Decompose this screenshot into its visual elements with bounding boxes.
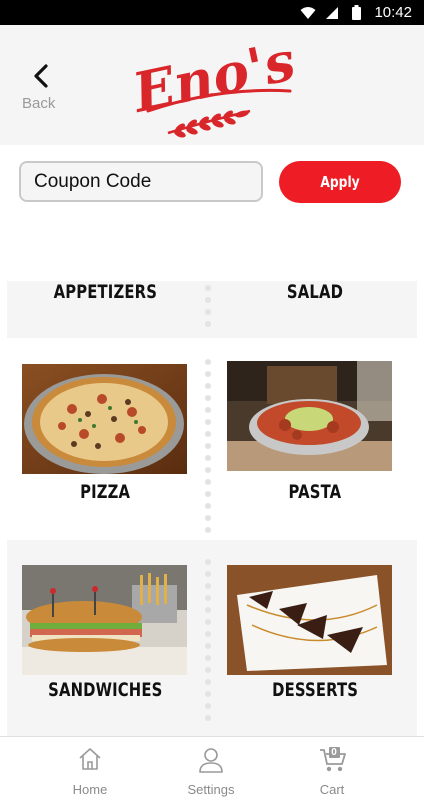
pizza-photo	[22, 364, 187, 474]
pasta-photo	[227, 361, 392, 471]
user-icon	[199, 748, 223, 773]
category-tile-desserts[interactable]: DESSERTS	[213, 540, 417, 736]
category-tile-pizza[interactable]: PIZZA	[7, 361, 203, 531]
header: Back Eno's	[0, 25, 424, 145]
category-label: SALAD	[286, 281, 344, 303]
home-icon	[79, 748, 101, 770]
nav-home[interactable]: Home	[40, 737, 140, 800]
nav-label: Home	[72, 782, 108, 797]
nav-label: Cart	[319, 782, 345, 797]
divider	[205, 285, 211, 333]
menu-grid: APPETIZERS SALAD PIZZA PASTA SANDWICHES …	[0, 281, 424, 736]
coupon-code-input[interactable]	[19, 161, 263, 202]
apply-button[interactable]: Apply	[279, 161, 401, 203]
nav-cart[interactable]: 0 Cart	[283, 737, 383, 800]
nav-settings[interactable]: Settings	[161, 737, 261, 800]
chevron-left-icon	[34, 64, 48, 88]
battery-icon	[348, 5, 364, 21]
back-button[interactable]: Back	[20, 63, 64, 112]
desserts-photo	[227, 565, 392, 675]
category-label: APPETIZERS	[53, 281, 157, 303]
status-time: 10:42	[374, 4, 412, 21]
status-bar: 10:42	[0, 0, 424, 25]
divider	[205, 559, 211, 727]
apply-label: Apply	[320, 173, 360, 191]
back-label: Back	[22, 95, 56, 112]
category-tile-appetizers[interactable]: APPETIZERS	[7, 281, 203, 338]
nav-label: Settings	[187, 782, 235, 797]
signal-icon	[324, 5, 340, 21]
cart-badge: 0	[331, 747, 337, 758]
category-label: PASTA	[288, 481, 342, 503]
category-tile-salad[interactable]: SALAD	[213, 281, 417, 338]
sandwich-photo	[22, 565, 187, 675]
enos-logo: Eno's	[128, 28, 298, 138]
bottom-nav: Home Settings 0 Cart	[0, 736, 424, 800]
category-label: SANDWICHES	[47, 679, 163, 701]
category-label: PIZZA	[79, 481, 131, 503]
category-tile-pasta[interactable]: PASTA	[213, 361, 417, 531]
category-tile-sandwiches[interactable]: SANDWICHES	[7, 540, 203, 736]
wifi-icon	[300, 5, 316, 21]
category-label: DESSERTS	[271, 679, 358, 701]
divider	[205, 359, 211, 539]
